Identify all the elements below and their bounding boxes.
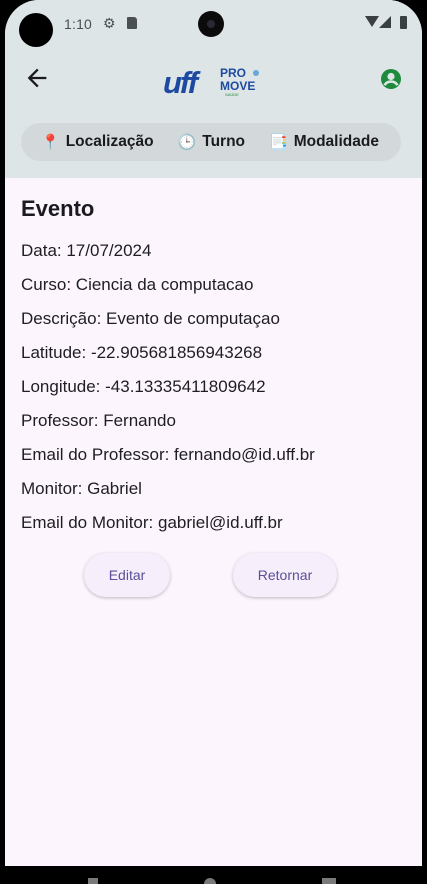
status-time: 1:10 xyxy=(64,16,93,32)
account-circle-icon[interactable] xyxy=(379,67,403,91)
battery-icon xyxy=(400,16,407,29)
logo-saude-text: SAÚDE xyxy=(225,92,239,97)
event-latitude: Latitude: -22.905681856943268 xyxy=(21,343,263,362)
nav-back-icon[interactable] xyxy=(88,878,98,884)
filter-localizacao[interactable]: 📍 Localização xyxy=(41,133,154,151)
logo-pro-text: PRO xyxy=(220,66,246,80)
filter-modalidade[interactable]: 📑 Modalidade xyxy=(269,133,379,151)
filter-bar: 📍 Localização 🕒 Turno 📑 Modalidade xyxy=(21,123,401,161)
clock-icon: 🕒 xyxy=(177,134,197,151)
event-professor-email: Email do Professor: fernando@id.uff.br xyxy=(21,445,315,464)
nav-home-icon[interactable] xyxy=(204,878,216,884)
logo-move-text: MOVE xyxy=(220,79,255,93)
event-description: Descrição: Evento de computaçao xyxy=(21,309,280,328)
filter-turno[interactable]: 🕒 Turno xyxy=(178,133,245,151)
event-monitor-email: Email do Monitor: gabriel@id.uff.br xyxy=(21,513,283,532)
app-header: 1:10 ⚙ uff PRO MOVE SAÚDE 📍 Localização … xyxy=(5,0,422,178)
event-title: Evento xyxy=(21,196,95,221)
system-navigation-bar xyxy=(0,866,427,884)
wifi-icon xyxy=(365,16,379,27)
logo-uff-text: uff xyxy=(163,65,201,97)
status-bar: 1:10 ⚙ xyxy=(5,0,422,48)
app-screen: 1:10 ⚙ uff PRO MOVE SAÚDE 📍 Localização … xyxy=(5,0,422,866)
uff-promove-logo: uff PRO MOVE SAÚDE xyxy=(163,65,259,97)
event-course: Curso: Ciencia da computacao xyxy=(21,275,254,294)
event-professor: Professor: Fernando xyxy=(21,411,176,430)
document-icon: 📑 xyxy=(269,134,288,151)
location-pin-icon: 📍 xyxy=(41,134,60,151)
filter-modalidade-label: Modalidade xyxy=(293,133,379,150)
event-monitor: Monitor: Gabriel xyxy=(21,479,142,498)
event-longitude: Longitude: -43.13335411809642 xyxy=(21,377,266,396)
sd-card-status-icon xyxy=(127,17,137,29)
nav-recents-icon[interactable] xyxy=(322,878,336,884)
filter-localizacao-label: Localização xyxy=(65,133,154,150)
event-details: Evento Data: 17/07/2024 Curso: Ciencia d… xyxy=(21,196,411,540)
edit-button[interactable]: Editar xyxy=(84,553,170,597)
signal-icon xyxy=(379,16,391,28)
return-button[interactable]: Retornar xyxy=(233,553,337,597)
back-arrow-icon[interactable] xyxy=(23,64,51,92)
front-camera-icon xyxy=(198,11,224,37)
camera-cutout-icon xyxy=(19,13,53,47)
event-date: Data: 17/07/2024 xyxy=(21,241,152,260)
settings-status-icon: ⚙ xyxy=(103,15,116,31)
filter-turno-label: Turno xyxy=(202,133,246,150)
